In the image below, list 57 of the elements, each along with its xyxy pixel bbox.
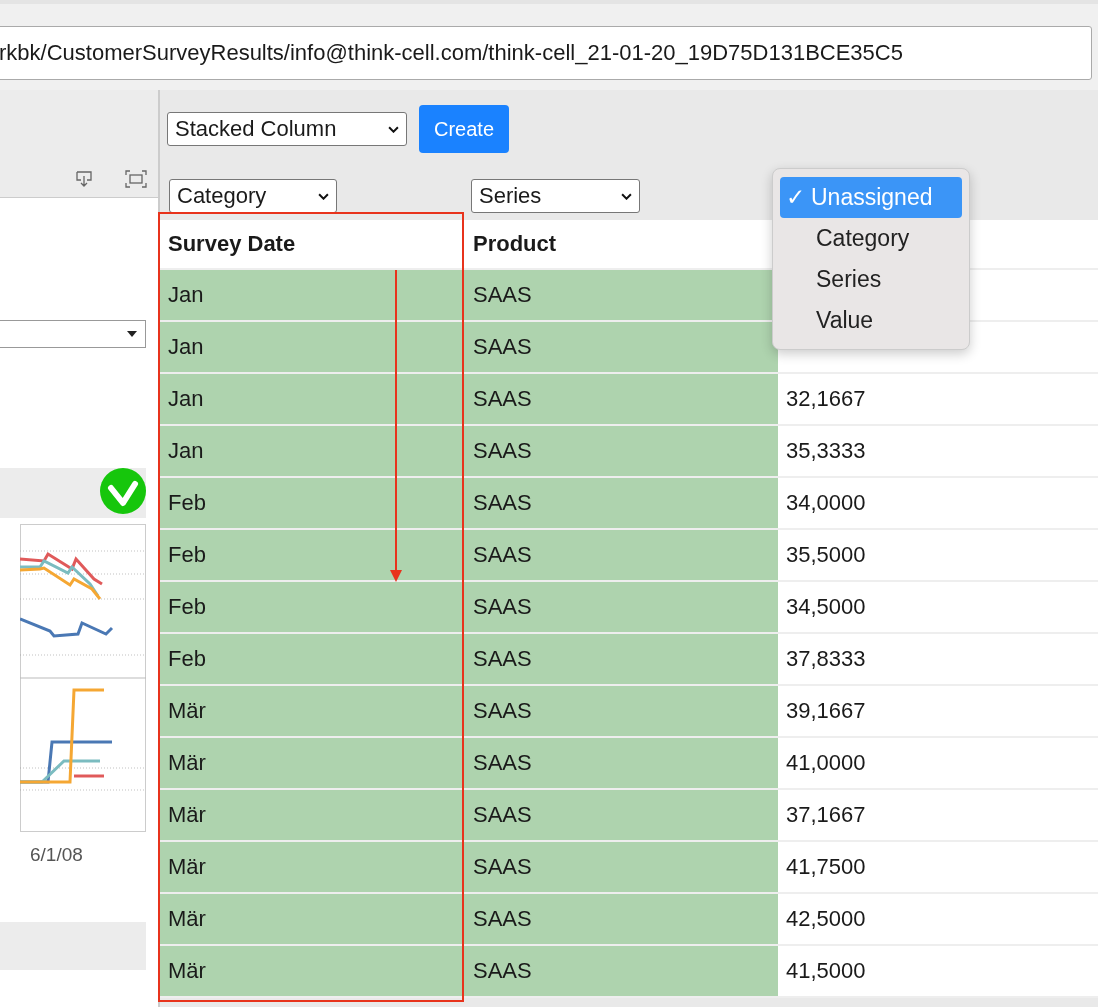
column-role-select[interactable]: Series <box>471 179 640 213</box>
table-cell-text: 35,3333 <box>785 437 867 465</box>
table-cell-text: 37,8333 <box>785 645 867 673</box>
table-cell: Mär <box>160 946 465 996</box>
table-cell: SAAS <box>465 478 778 528</box>
menu-item[interactable]: Category <box>780 218 962 259</box>
menu-item[interactable]: Value <box>780 300 962 341</box>
table-cell-text: 41,5000 <box>785 957 867 985</box>
table-cell: Mär <box>160 686 465 736</box>
table-cell: Feb <box>160 634 465 684</box>
chevron-down-icon <box>621 192 632 200</box>
table-cell: SAAS <box>465 738 778 788</box>
table-cell: SAAS <box>465 894 778 944</box>
table-cell-text: 39,1667 <box>785 697 867 725</box>
table-cell: Jan <box>160 426 465 476</box>
table-cell: SAAS <box>465 946 778 996</box>
download-icon[interactable] <box>74 168 94 189</box>
table-cell: SAAS <box>465 686 778 736</box>
table-cell: Jan <box>160 374 465 424</box>
table-cell: SAAS <box>465 530 778 580</box>
chevron-down-icon <box>388 125 399 133</box>
table-cell: SAAS <box>465 582 778 632</box>
table-cell: SAAS <box>465 634 778 684</box>
table-cell: Feb <box>160 478 465 528</box>
address-field[interactable]: rkbk/CustomerSurveyResults/info@think-cell.com/think-cell_21-01-20_19D75D131BCE35C5 <box>0 26 1092 80</box>
table-cell: Mär <box>160 790 465 840</box>
column-header: Survey Date <box>168 231 296 257</box>
table-cell-text: 35,5000 <box>785 541 867 569</box>
table-cell-text: 32,1667 <box>785 385 867 413</box>
create-button[interactable]: Create <box>419 105 510 153</box>
table-cell-text: 34,0000 <box>785 489 867 517</box>
table-cell: SAAS <box>465 322 778 372</box>
table-cell: SAAS <box>465 374 778 424</box>
table-cell: Feb <box>160 582 465 632</box>
caret-icon <box>127 331 137 337</box>
table-cell: Mär <box>160 738 465 788</box>
table-cell: Jan <box>160 322 465 372</box>
column-header: Product <box>473 231 557 257</box>
table-cell-text: 37,1667 <box>785 801 867 829</box>
table-cell: Feb <box>160 530 465 580</box>
chevron-down-icon <box>318 192 329 200</box>
table-cell: SAAS <box>465 842 778 892</box>
table-cell-text: 42,5000 <box>785 905 867 933</box>
table-cell: SAAS <box>465 426 778 476</box>
table-cell: Jan <box>160 270 465 320</box>
table-cell-text: 41,0000 <box>785 749 867 777</box>
chart-type-select[interactable]: Stacked Column <box>167 112 407 146</box>
table-cell: SAAS <box>465 790 778 840</box>
table-cell: Mär <box>160 842 465 892</box>
axis-label: 6/1/08 <box>30 844 83 866</box>
menu-item[interactable]: Series <box>780 259 962 300</box>
table-cell: Mär <box>160 894 465 944</box>
fullscreen-icon[interactable] <box>124 168 148 189</box>
table-cell-text: 41,7500 <box>785 853 867 881</box>
dropdown-field[interactable] <box>0 320 146 348</box>
table-cell-text: 34,5000 <box>785 593 867 621</box>
column-role-select[interactable]: Category <box>169 179 337 213</box>
